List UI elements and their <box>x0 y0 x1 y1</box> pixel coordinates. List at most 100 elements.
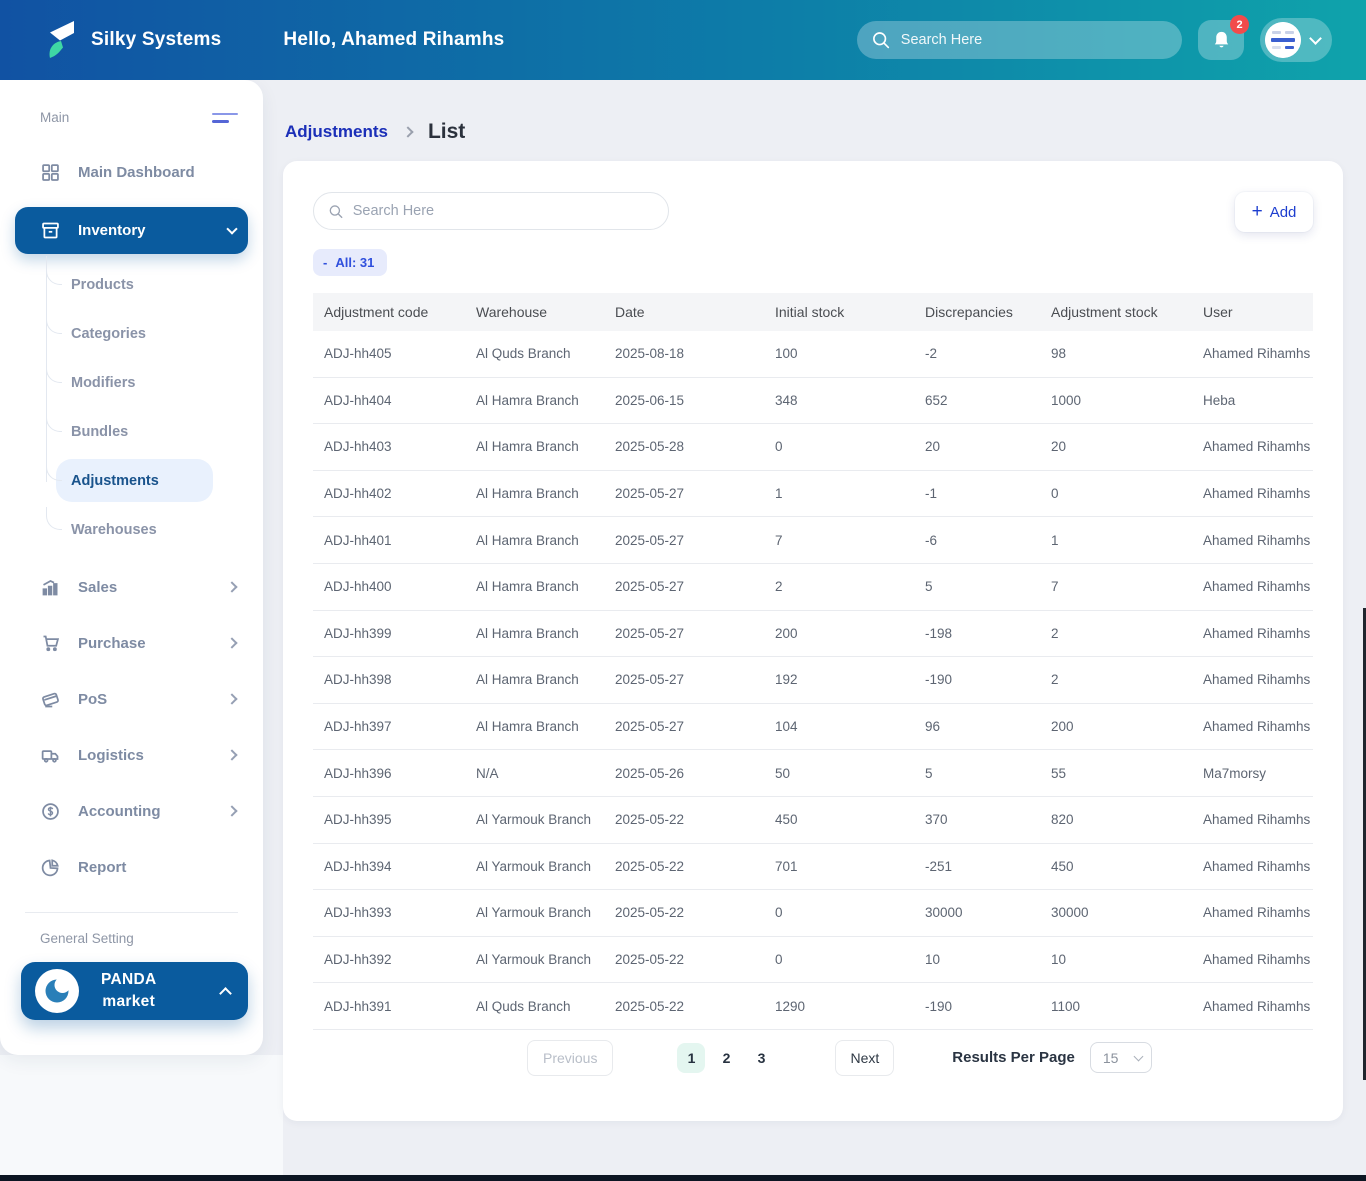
table-cell: Al Hamra Branch <box>465 517 604 564</box>
sidebar-item-label: Purchase <box>78 635 146 652</box>
dashboard-grid-icon <box>40 162 61 183</box>
table-cell: 1000 <box>1040 377 1192 424</box>
page-button-1[interactable]: 1 <box>677 1043 705 1073</box>
table-cell: 348 <box>764 377 914 424</box>
table-search-input[interactable] <box>353 203 654 219</box>
table-cell: 30000 <box>914 890 1040 937</box>
sidebar-item-logistics[interactable]: Logistics <box>15 732 248 778</box>
sidebar-item-pos[interactable]: PoS <box>15 676 248 722</box>
page-button-3[interactable]: 3 <box>747 1043 775 1073</box>
table-cell: 50 <box>764 750 914 797</box>
table-cell: 1 <box>1040 517 1192 564</box>
table-row[interactable]: ADJ-hh393Al Yarmouk Branch2025-05-220300… <box>313 890 1313 937</box>
breadcrumb-parent[interactable]: Adjustments <box>285 122 388 142</box>
sidebar-item-inventory[interactable]: Inventory <box>15 207 248 254</box>
sidebar-subitem-categories[interactable]: Categories <box>46 309 248 358</box>
previous-page-button[interactable]: Previous <box>527 1040 613 1076</box>
table-row[interactable]: ADJ-hh395Al Yarmouk Branch2025-05-224503… <box>313 796 1313 843</box>
table-cell: Ahamed Rihamhs <box>1192 703 1313 750</box>
table-row[interactable]: ADJ-hh403Al Hamra Branch2025-05-2802020A… <box>313 424 1313 471</box>
table-cell: 20 <box>914 424 1040 471</box>
panda-market-logo-icon <box>35 969 79 1013</box>
chevron-down-icon <box>1133 1051 1143 1061</box>
user-menu[interactable] <box>1260 18 1332 62</box>
table-cell: N/A <box>465 750 604 797</box>
table-cell: Ahamed Rihamhs <box>1192 983 1313 1030</box>
table-row[interactable]: ADJ-hh399Al Hamra Branch2025-05-27200-19… <box>313 610 1313 657</box>
table-cell: ADJ-hh396 <box>313 750 465 797</box>
table-cell: -190 <box>914 983 1040 1030</box>
logistics-truck-icon <box>40 745 61 766</box>
table-row[interactable]: ADJ-hh394Al Yarmouk Branch2025-05-22701-… <box>313 843 1313 890</box>
table-cell: 1290 <box>764 983 914 1030</box>
table-cell: 5 <box>914 563 1040 610</box>
table-cell: 1 <box>764 470 914 517</box>
sidebar-subitem-modifiers[interactable]: Modifiers <box>46 358 248 407</box>
sidebar-item-label: Accounting <box>78 803 161 820</box>
notifications-button[interactable]: 2 <box>1198 20 1244 60</box>
table-cell: Ahamed Rihamhs <box>1192 517 1313 564</box>
table-cell: 2025-05-27 <box>604 657 764 704</box>
table-row[interactable]: ADJ-hh398Al Hamra Branch2025-05-27192-19… <box>313 657 1313 704</box>
table-row[interactable]: ADJ-hh392Al Yarmouk Branch2025-05-220101… <box>313 936 1313 983</box>
column-header: Adjustment code <box>313 293 465 331</box>
sidebar-item-accounting[interactable]: Accounting <box>15 788 248 834</box>
sidebar-collapse-icon[interactable] <box>212 113 238 123</box>
column-header: Warehouse <box>465 293 604 331</box>
header-search-input[interactable] <box>901 32 1168 48</box>
top-header: Silky Systems Hello, Ahamed Rihamhs 2 <box>0 0 1366 80</box>
table-row[interactable]: ADJ-hh391Al Quds Branch2025-05-221290-19… <box>313 983 1313 1030</box>
bell-icon <box>1210 29 1233 52</box>
sidebar-subitem-products[interactable]: Products <box>46 260 248 309</box>
page-button-2[interactable]: 2 <box>712 1043 740 1073</box>
table-search[interactable] <box>313 192 669 230</box>
table-cell: 7 <box>764 517 914 564</box>
table-row[interactable]: ADJ-hh401Al Hamra Branch2025-05-277-61Ah… <box>313 517 1313 564</box>
breadcrumb: Adjustments List <box>283 120 1343 144</box>
sidebar-section-label: Main <box>40 110 69 125</box>
sidebar-item-sales[interactable]: Sales <box>15 564 248 610</box>
add-button[interactable]: + Add <box>1235 192 1313 232</box>
sidebar-item-report[interactable]: Report <box>15 844 248 890</box>
table-cell: ADJ-hh399 <box>313 610 465 657</box>
table-cell: -190 <box>914 657 1040 704</box>
table-cell: 370 <box>914 796 1040 843</box>
table-cell: 96 <box>914 703 1040 750</box>
panda-market-button[interactable]: PANDA market <box>21 962 248 1020</box>
table-cell: Ahamed Rihamhs <box>1192 470 1313 517</box>
table-cell: Al Hamra Branch <box>465 563 604 610</box>
sidebar-item-main-dashboard[interactable]: Main Dashboard <box>15 149 248 195</box>
table-cell: Al Quds Branch <box>465 983 604 1030</box>
table-row[interactable]: ADJ-hh396N/A2025-05-2650555Ma7morsy <box>313 750 1313 797</box>
pos-card-icon <box>40 689 61 710</box>
table-row[interactable]: ADJ-hh402Al Hamra Branch2025-05-271-10Ah… <box>313 470 1313 517</box>
next-page-button[interactable]: Next <box>835 1040 894 1076</box>
chevron-down-icon <box>226 223 237 234</box>
table-cell: 0 <box>1040 470 1192 517</box>
sidebar-subitem-bundles[interactable]: Bundles <box>46 407 248 456</box>
sidebar-underlay <box>0 1055 283 1175</box>
table-cell: ADJ-hh398 <box>313 657 465 704</box>
results-per-page-select[interactable]: 15 <box>1090 1042 1152 1073</box>
table-cell: Ahamed Rihamhs <box>1192 796 1313 843</box>
header-search[interactable] <box>857 21 1182 59</box>
table-cell: ADJ-hh405 <box>313 331 465 377</box>
silky-systems-logo-icon <box>45 19 78 61</box>
table-cell: 2025-05-22 <box>604 936 764 983</box>
general-setting-label: General Setting <box>15 913 248 946</box>
table-row[interactable]: ADJ-hh397Al Hamra Branch2025-05-27104962… <box>313 703 1313 750</box>
table-row[interactable]: ADJ-hh405Al Quds Branch2025-08-18100-298… <box>313 331 1313 377</box>
table-row[interactable]: ADJ-hh404Al Hamra Branch2025-06-15348652… <box>313 377 1313 424</box>
brand[interactable]: Silky Systems <box>0 19 221 61</box>
notification-count-badge: 2 <box>1230 15 1249 34</box>
filter-badge-all[interactable]: - All: 31 <box>313 249 387 276</box>
sidebar-subitem-warehouses[interactable]: Warehouses <box>46 505 248 554</box>
table-cell: 450 <box>764 796 914 843</box>
sidebar-item-label: Inventory <box>78 222 146 239</box>
sidebar-item-purchase[interactable]: Purchase <box>15 620 248 666</box>
chevron-right-icon <box>402 126 413 137</box>
sidebar-subitem-adjustments[interactable]: Adjustments <box>46 456 248 505</box>
table-cell: 2025-05-22 <box>604 843 764 890</box>
table-row[interactable]: ADJ-hh400Al Hamra Branch2025-05-27257Aha… <box>313 563 1313 610</box>
table-cell: 2025-05-22 <box>604 796 764 843</box>
